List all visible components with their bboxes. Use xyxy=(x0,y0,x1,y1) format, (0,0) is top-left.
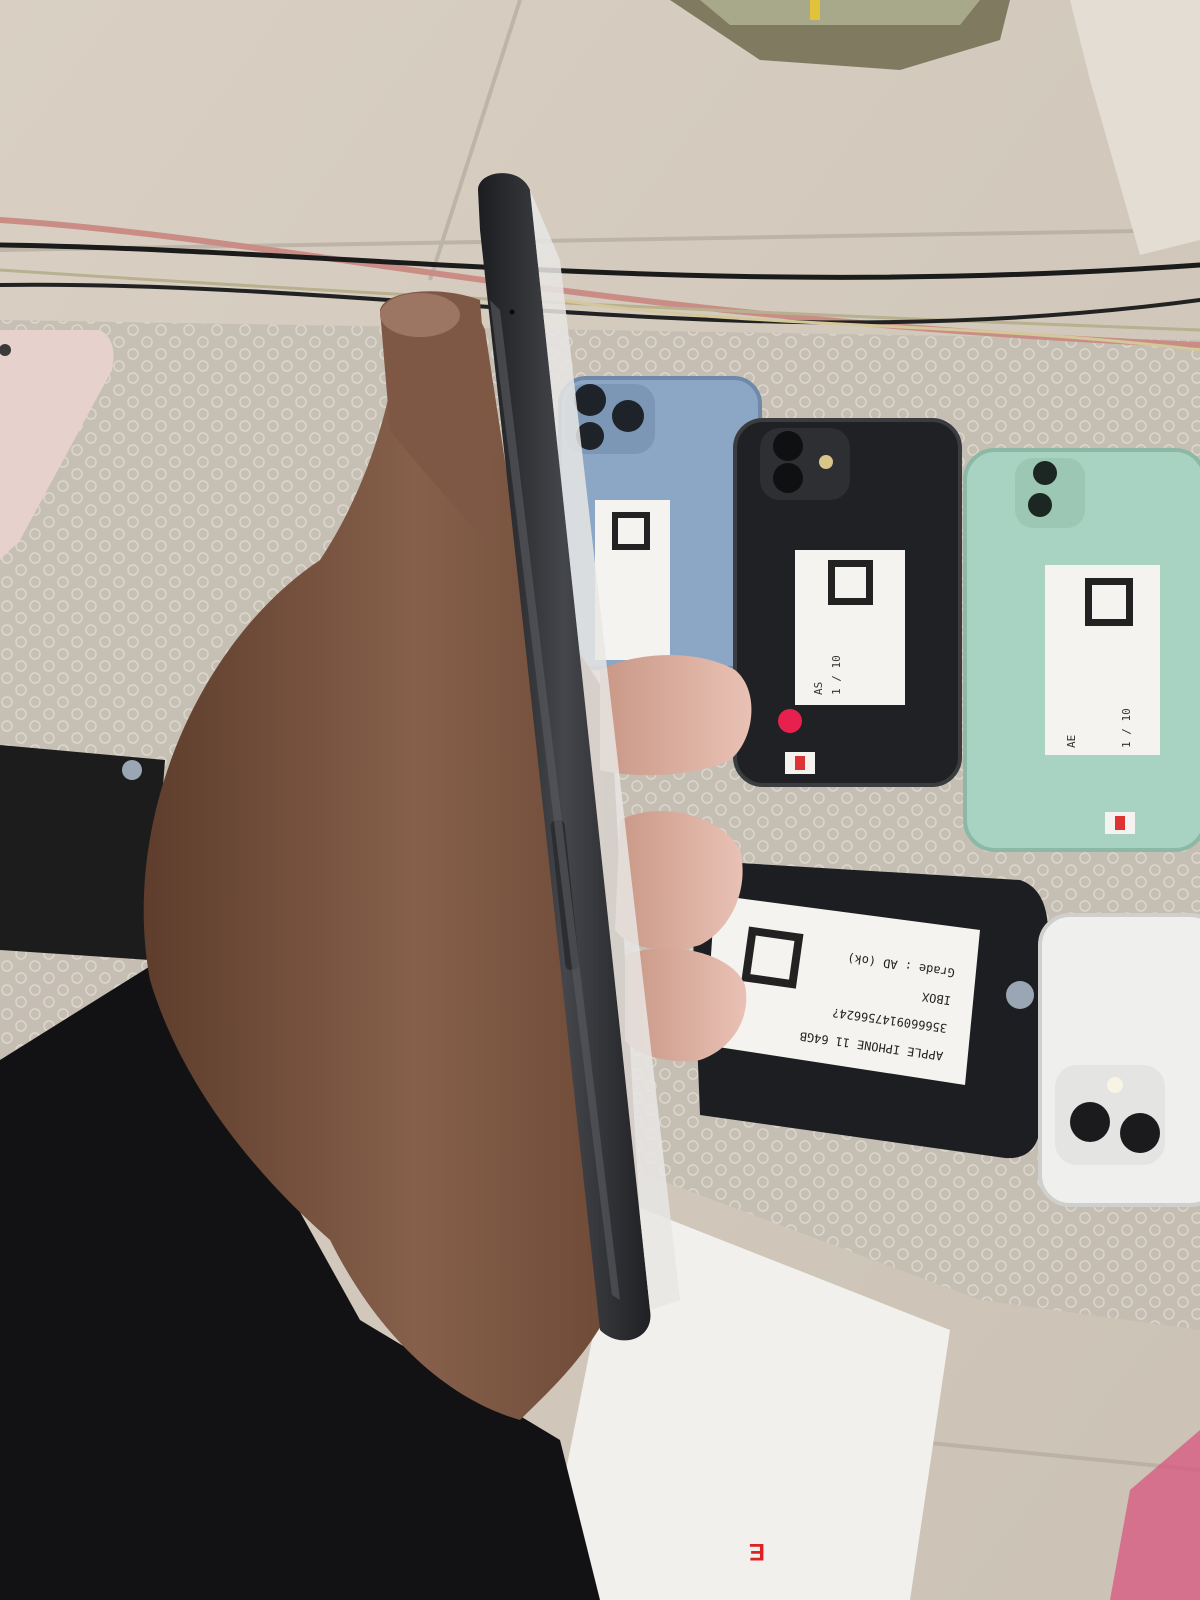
black-phone: 1 / 10 AS xyxy=(733,418,962,787)
thumbnail xyxy=(380,293,460,337)
camera-lens-icon xyxy=(1028,493,1052,517)
flash-icon xyxy=(819,455,833,469)
camera-lens-icon xyxy=(612,400,644,432)
photo-canvas: 1 / 10 AS 1 / 10 AE APPLE IPHONE 11 64GB… xyxy=(0,0,1200,1600)
camera-lens-icon xyxy=(773,431,803,461)
label-grade: AE xyxy=(1065,735,1078,748)
label-unit: 1 / 10 xyxy=(1120,708,1133,748)
green-phone: 1 / 10 AE xyxy=(963,448,1200,852)
phone-screen-left xyxy=(0,745,165,960)
camera-lens-icon xyxy=(773,463,803,493)
camera-lens-icon xyxy=(574,384,606,416)
camera-lens-icon xyxy=(1120,1113,1160,1153)
photo-scene: 1 / 10 AS 1 / 10 AE APPLE IPHONE 11 64GB… xyxy=(0,0,1200,1600)
white-phone xyxy=(1038,913,1200,1207)
plant-tag xyxy=(810,0,820,20)
red-sticker xyxy=(778,709,802,733)
badge-icon xyxy=(122,760,142,780)
plant-pot-rim xyxy=(700,0,980,25)
camera-lens-icon xyxy=(1070,1102,1110,1142)
card-mark: E xyxy=(749,1538,765,1565)
microphone-hole-icon xyxy=(509,309,515,315)
badge-icon xyxy=(1006,981,1034,1009)
label-unit: 1 / 10 xyxy=(830,655,843,695)
flash-icon xyxy=(1107,1077,1123,1093)
finger-index xyxy=(600,655,752,776)
camera-lens-icon xyxy=(1033,461,1057,485)
label-grade: AS xyxy=(812,682,825,695)
